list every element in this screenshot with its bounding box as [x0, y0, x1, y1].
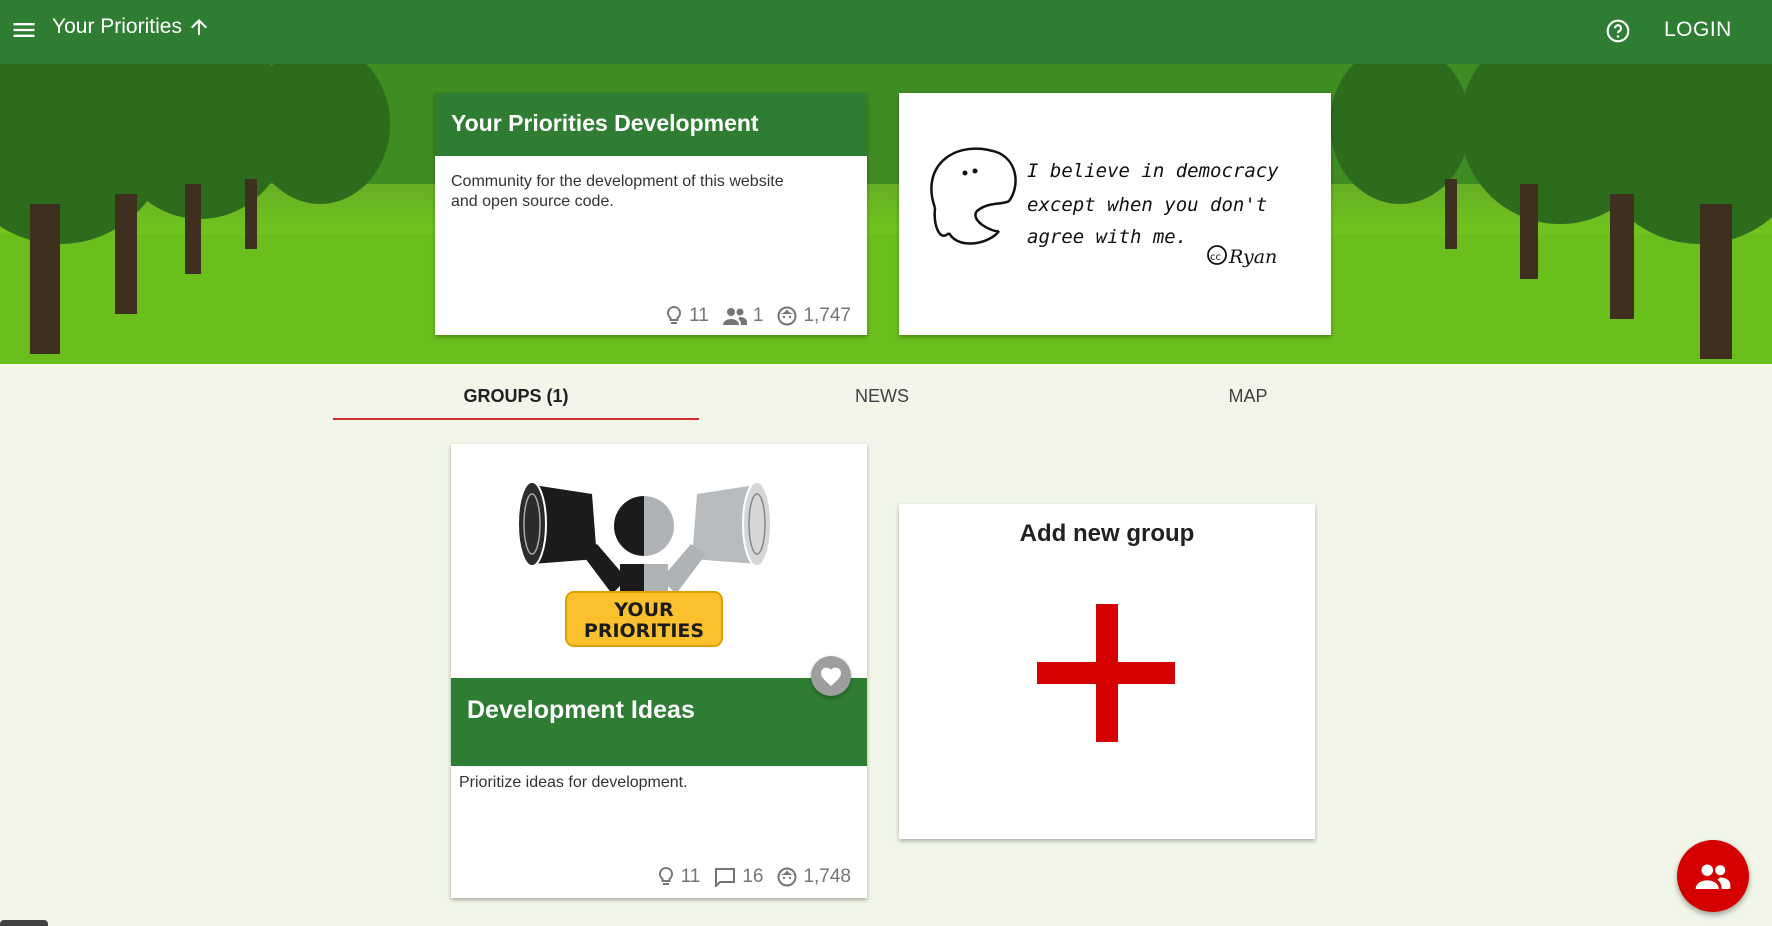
login-button[interactable]: LOGIN — [1664, 18, 1772, 46]
group-name: Development Ideas — [451, 678, 867, 766]
community-name: Your Priorities Development — [435, 93, 867, 156]
face-icon — [777, 306, 797, 326]
comment-icon — [715, 868, 736, 887]
lightbulb-icon — [658, 866, 673, 885]
svg-text:cc: cc — [1210, 252, 1221, 263]
forest-background-image — [0, 64, 1772, 364]
new-group-fab[interactable] — [1677, 840, 1749, 912]
favorite-button[interactable] — [811, 656, 851, 696]
help-icon[interactable] — [1605, 18, 1631, 44]
community-description: Community for the development of this we… — [451, 173, 784, 210]
group-comments-count: 16 — [742, 866, 764, 887]
face-icon — [777, 867, 797, 887]
app-title[interactable]: Your Priorities — [52, 14, 182, 40]
quote-credit: Ryan — [1228, 246, 1277, 268]
add-group-label: Add new group — [1019, 520, 1195, 547]
logo-text-priorities: PRIORITIES — [584, 620, 704, 642]
your-priorities-logo: YOUR PRIORITIES — [517, 481, 772, 647]
lightbulb-icon — [667, 305, 682, 324]
tab-map[interactable]: MAP — [1065, 364, 1431, 420]
top-app-bar: Your Priorities LOGIN — [0, 0, 1772, 64]
group-stats: 11 16 1,748 — [643, 866, 851, 888]
quote-line-2: except when you don't — [1027, 194, 1267, 216]
logo-text-your: YOUR — [613, 599, 674, 621]
menu-icon[interactable] — [10, 16, 38, 44]
community-card[interactable]: Your Priorities Development Community fo… — [435, 93, 867, 335]
community-header: Your Priorities Development Community fo… — [0, 64, 1772, 364]
bottom-left-handle — [0, 920, 48, 926]
community-ideas-count: 11 — [689, 305, 709, 326]
group-description: Prioritize ideas for development. — [459, 774, 688, 791]
community-tabs: GROUPS (1) NEWS MAP — [333, 364, 1433, 420]
tab-groups[interactable]: GROUPS (1) — [333, 364, 699, 420]
community-visitors-count: 1,747 — [803, 305, 851, 326]
quote-line-3: agree with me. — [1027, 226, 1187, 248]
group-card[interactable]: YOUR PRIORITIES Development Ideas Priori… — [451, 444, 867, 898]
tab-news[interactable]: NEWS — [699, 364, 1065, 420]
people-icon — [722, 308, 747, 325]
community-quote-image: I believe in democracy except when you d… — [899, 93, 1331, 335]
group-ideas-count: 11 — [680, 866, 701, 887]
arrow-up-icon[interactable] — [187, 15, 211, 39]
group-visitors-count: 1,748 — [803, 866, 851, 887]
quote-line-1: I believe in democracy — [1027, 160, 1279, 182]
add-group-card[interactable]: Add new group — [899, 504, 1315, 839]
heart-icon — [821, 667, 841, 686]
community-users-count: 1 — [752, 305, 764, 326]
community-stats: 11 1 1,747 — [651, 305, 851, 327]
group-fab-icon — [1695, 864, 1731, 889]
